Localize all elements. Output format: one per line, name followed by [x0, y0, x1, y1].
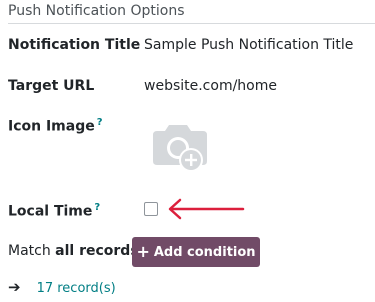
match-scope: all records	[55, 243, 139, 259]
local-time-help-icon[interactable]: ?	[94, 202, 100, 213]
icon-image-label-text: Icon Image	[8, 118, 95, 135]
icon-image-help-icon[interactable]: ?	[97, 117, 103, 128]
local-time-label-text: Local Time	[8, 203, 93, 220]
local-time-checkbox[interactable]	[144, 202, 158, 216]
section-title: Push Notification Options	[8, 3, 185, 19]
target-url-field[interactable]: website.com/home	[144, 78, 277, 94]
section-divider	[8, 23, 375, 24]
icon-image-label: Icon Image?	[8, 117, 103, 135]
domain-match-text: Match all records	[8, 243, 139, 259]
add-condition-button[interactable]: + Add condition	[132, 237, 260, 267]
plus-icon: +	[136, 242, 150, 261]
add-condition-label: Add condition	[153, 244, 256, 260]
notification-title-field[interactable]: Sample Push Notification Title	[144, 37, 353, 53]
local-time-label: Local Time?	[8, 202, 100, 220]
match-prefix: Match	[8, 243, 51, 259]
arrow-right-icon: ➔	[8, 278, 21, 296]
notification-title-label: Notification Title	[8, 37, 141, 53]
icon-image-upload[interactable]	[149, 123, 211, 175]
target-url-label: Target URL	[8, 78, 95, 94]
records-row: ➔ 17 record(s)	[8, 278, 116, 296]
annotation-arrow-icon	[168, 198, 245, 220]
camera-add-icon	[153, 125, 207, 172]
records-count-link[interactable]: 17 record(s)	[37, 281, 116, 296]
